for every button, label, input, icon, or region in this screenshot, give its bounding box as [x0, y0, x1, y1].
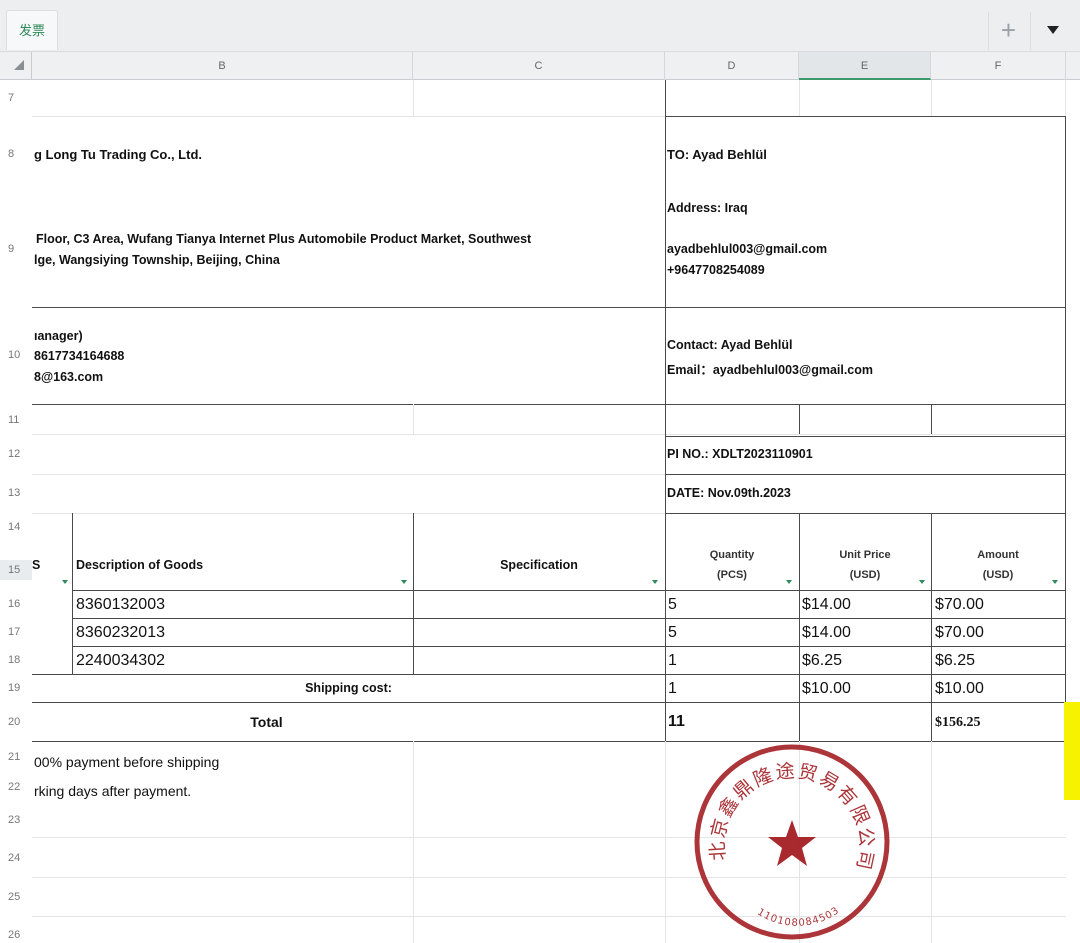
item-unit-price[interactable]: $14.00	[802, 596, 851, 614]
column-header-bar: B C D E F	[0, 52, 1080, 80]
item-unit-price[interactable]: $6.25	[802, 652, 842, 670]
table-header-amount-line2: (USD)	[982, 569, 1014, 581]
caret-down-icon[interactable]	[1030, 12, 1074, 50]
shipping-amount[interactable]: $10.00	[935, 680, 984, 698]
row-number[interactable]: 10	[0, 349, 32, 361]
sheet-tab-bar: 发票 +	[0, 0, 1080, 52]
table-header-amount-line1: Amount	[977, 549, 1019, 561]
item-description[interactable]: 8360232013	[76, 624, 165, 642]
row-number[interactable]: 18	[0, 654, 32, 666]
column-header-d[interactable]: D	[665, 52, 799, 80]
svg-text:北京鑫鼎隆途贸易有限公司: 北京鑫鼎隆途贸易有限公司	[707, 760, 878, 873]
item-quantity[interactable]: 5	[668, 596, 677, 614]
row-number[interactable]: 21	[0, 751, 32, 763]
row-number[interactable]: 9	[0, 243, 32, 255]
row-number[interactable]: 14	[0, 521, 32, 533]
item-description[interactable]: 2240034302	[76, 652, 165, 670]
payment-terms: 00% payment before shipping	[34, 754, 220, 770]
shipping-quantity[interactable]: 1	[668, 680, 677, 698]
shipping-unit-price[interactable]: $10.00	[802, 680, 851, 698]
table-header-partial: S	[32, 558, 41, 572]
column-header-c[interactable]: C	[413, 52, 665, 80]
highlighted-cell[interactable]	[1064, 702, 1080, 800]
buyer-email: ayadbehlul003@gmail.com	[667, 242, 828, 256]
filter-dropdown-icon[interactable]	[919, 580, 925, 584]
filter-dropdown-icon[interactable]	[786, 580, 792, 584]
item-unit-price[interactable]: $14.00	[802, 624, 851, 642]
buyer-contact: Contact: Ayad Behlül	[667, 338, 793, 352]
item-quantity[interactable]: 1	[668, 652, 677, 670]
row-number[interactable]: 11	[0, 414, 32, 426]
filter-dropdown-icon[interactable]	[401, 580, 407, 584]
row-number[interactable]: 8	[0, 148, 32, 160]
row-header-bar: 7 8 9 10 11 12 13 14 15 16 17 18 19 20 2…	[0, 80, 32, 943]
delivery-terms: rking days after payment.	[34, 783, 192, 799]
total-quantity[interactable]: 11	[668, 713, 685, 731]
row-number[interactable]: 13	[0, 487, 32, 499]
seller-address-line2: lge, Wangsiying Township, Beijing, China	[34, 253, 280, 267]
row-number[interactable]: 12	[0, 448, 32, 460]
column-header-b[interactable]: B	[32, 52, 413, 80]
row-number[interactable]: 16	[0, 598, 32, 610]
buyer-contact-email: Email：ayadbehlul003@gmail.com	[667, 363, 874, 377]
row-number[interactable]: 20	[0, 716, 32, 728]
table-header-amount: Amount (USD)	[931, 545, 1065, 585]
filter-dropdown-icon[interactable]	[652, 580, 658, 584]
buyer-phone: +9647708254089	[667, 263, 765, 277]
row-number[interactable]: 22	[0, 781, 32, 793]
invoice-date: DATE: Nov.09th.2023	[667, 486, 791, 500]
item-amount[interactable]: $6.25	[935, 652, 975, 670]
item-description[interactable]: 8360132003	[76, 596, 165, 614]
table-header-unit-price: Unit Price (USD)	[799, 545, 931, 585]
row-number[interactable]: 25	[0, 891, 32, 903]
seller-phone: 8617734164688	[34, 349, 125, 363]
buyer-to: TO: Ayad Behlül	[667, 147, 767, 162]
row-number[interactable]: 17	[0, 626, 32, 638]
seller-name: g Long Tu Trading Co., Ltd.	[34, 147, 203, 162]
row-number[interactable]: 24	[0, 852, 32, 864]
filter-dropdown-icon[interactable]	[62, 580, 68, 584]
item-amount[interactable]: $70.00	[935, 624, 984, 642]
seller-email: 8@163.com	[34, 370, 104, 384]
item-quantity[interactable]: 5	[668, 624, 677, 642]
filter-dropdown-icon[interactable]	[1052, 580, 1058, 584]
plus-icon[interactable]: +	[988, 12, 1028, 50]
table-header-quantity: Quantity (PCS)	[665, 545, 799, 585]
company-seal: 北京鑫鼎隆途贸易有限公司 1101080845033	[688, 734, 892, 942]
column-header-e[interactable]: E	[799, 52, 931, 80]
table-header-specification: Specification	[500, 558, 578, 572]
row-number[interactable]: 19	[0, 682, 32, 694]
row-number[interactable]: 7	[0, 92, 32, 104]
buyer-address: Address: Iraq	[667, 201, 748, 215]
total-label: Total	[250, 714, 283, 730]
item-amount[interactable]: $70.00	[935, 596, 984, 614]
table-header-quantity-line1: Quantity	[709, 549, 755, 561]
table-header-unit-price-line1: Unit Price	[839, 549, 891, 561]
table-header-quantity-line2: (PCS)	[717, 569, 747, 581]
row-number[interactable]: 15	[0, 560, 32, 580]
row-number[interactable]: 26	[0, 929, 32, 941]
seller-contact-line1: ıanager)	[34, 329, 83, 343]
spreadsheet-grid[interactable]: g Long Tu Trading Co., Ltd. Floor, C3 Ar…	[32, 80, 1066, 943]
total-amount[interactable]: $156.25	[935, 715, 981, 731]
select-all-corner[interactable]	[0, 52, 32, 80]
column-header-f[interactable]: F	[931, 52, 1066, 80]
seller-address-line1: Floor, C3 Area, Wufang Tianya Internet P…	[36, 232, 532, 246]
row-number[interactable]: 23	[0, 814, 32, 826]
shipping-label: Shipping cost:	[305, 681, 392, 695]
table-header-description: Description of Goods	[76, 558, 204, 572]
table-header-unit-price-line2: (USD)	[849, 569, 881, 581]
pi-number: PI NO.: XDLT2023110901	[667, 447, 813, 461]
sheet-tab[interactable]: 发票	[6, 10, 58, 50]
